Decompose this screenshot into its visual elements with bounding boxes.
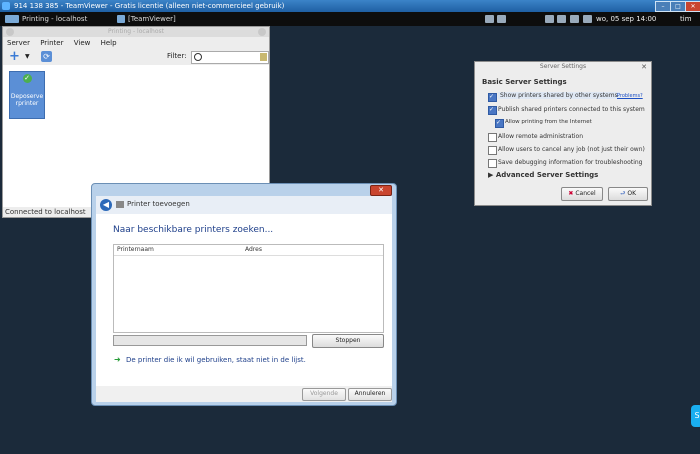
menu-server[interactable]: Server <box>7 39 30 47</box>
option-label: Save debugging information for troublesh… <box>498 159 643 166</box>
option-label: Publish shared printers connected to thi… <box>498 106 645 113</box>
clear-icon[interactable] <box>260 53 267 61</box>
option-label: Allow users to cancel any job (not just … <box>498 146 645 153</box>
add-printer-dialog: ✕ ◀ Printer toevoegen Naar beschikbare p… <box>91 183 397 406</box>
task-teamviewer[interactable]: [TeamViewer] <box>114 13 176 25</box>
list-header: Printernaam Adres <box>114 245 383 256</box>
checkbox-allow-internet[interactable] <box>495 119 504 128</box>
close-button[interactable]: ✕ <box>370 185 392 196</box>
checkbox-cancel-any-job[interactable] <box>488 146 497 155</box>
close-icon[interactable]: ✕ <box>641 62 647 72</box>
ok-icon: ⮐ <box>619 190 626 197</box>
checkbox-publish-shared[interactable] <box>488 106 497 115</box>
tray-icon-2[interactable] <box>497 15 506 23</box>
cancel-button[interactable]: Annuleren <box>348 388 392 401</box>
ok-button[interactable]: ⮐ OK <box>608 187 648 201</box>
printer-not-listed-link[interactable]: De printer die ik wil gebruiken, staat n… <box>126 356 306 364</box>
column-header-name[interactable]: Printernaam <box>117 245 154 255</box>
refresh-icon[interactable]: ⟳ <box>41 51 52 62</box>
teamviewer-icon <box>117 15 125 23</box>
search-progress-bar <box>113 335 307 346</box>
right-tab[interactable]: tim <box>680 12 692 26</box>
dialog-footer: Volgende Annuleren <box>96 386 392 402</box>
menu-printer[interactable]: Printer <box>40 39 63 47</box>
task-printing[interactable]: Printing - localhost <box>8 13 87 25</box>
cancel-button[interactable]: ✖ Cancel <box>561 187 603 201</box>
window-close-dot[interactable] <box>6 28 14 36</box>
teamviewer-icon <box>2 2 10 10</box>
option-label: Allow remote administration <box>498 133 583 140</box>
search-icon <box>194 53 202 61</box>
cancel-icon: ✖ <box>568 190 574 197</box>
teamviewer-title: 914 138 385 - TeamViewer - Gratis licent… <box>14 2 285 10</box>
printer-icon <box>11 15 19 23</box>
skype-icon[interactable]: S <box>691 405 700 427</box>
checkbox-remote-admin[interactable] <box>488 133 497 142</box>
server-settings-title: Server Settings <box>539 63 587 70</box>
status-bar: Connected to localhost <box>5 208 86 216</box>
problems-link[interactable]: Problems? <box>617 93 643 99</box>
checkbox-show-shared[interactable] <box>488 93 497 102</box>
arrow-right-icon: ➜ <box>114 355 121 364</box>
tray-icon-4[interactable] <box>557 15 566 23</box>
advanced-settings-expander[interactable]: ▶ Advanced Server Settings <box>488 171 598 179</box>
printing-title-bar: Printing - localhost <box>3 27 269 37</box>
clock[interactable]: wo, 05 sep 14:00 <box>596 12 656 26</box>
tray-icon-5[interactable] <box>570 15 579 23</box>
printer-icon <box>116 201 124 208</box>
filter-input[interactable] <box>191 51 269 64</box>
dialog-heading: Naar beschikbare printers zoeken... <box>113 225 274 235</box>
menu-help[interactable]: Help <box>101 39 117 47</box>
tray-icon-1[interactable] <box>485 15 494 23</box>
dialog-title: Printer toevoegen <box>127 200 190 208</box>
back-arrow-icon[interactable]: ◀ <box>100 199 112 211</box>
printer-name: Deposerve rprinter <box>10 93 44 107</box>
toolbar: + ▼ ⟳ Filter: <box>3 49 269 66</box>
restore-button[interactable]: □ <box>670 1 686 12</box>
filter-label: Filter: <box>167 52 187 60</box>
tray-icon-3[interactable] <box>545 15 554 23</box>
minimize-button[interactable]: – <box>655 1 671 12</box>
chevron-down-icon[interactable]: ▼ <box>25 53 30 60</box>
section-title: Basic Server Settings <box>482 78 567 86</box>
printer-item[interactable]: ✓ Deposerve rprinter <box>9 71 45 119</box>
dialog-body: Naar beschikbare printers zoeken... Prin… <box>96 214 392 386</box>
option-label: Show printers shared by other systems <box>498 92 620 99</box>
server-settings-title-bar: Server Settings ✕ <box>475 62 651 72</box>
printing-title: Printing - localhost <box>108 28 164 35</box>
menu-bar: Server Printer View Help <box>3 37 269 49</box>
next-button[interactable]: Volgende <box>302 388 346 401</box>
server-settings-dialog: Server Settings ✕ Basic Server Settings … <box>474 61 652 206</box>
close-button[interactable]: ✕ <box>685 1 700 12</box>
checkbox-debug-info[interactable] <box>488 159 497 168</box>
printer-results-list[interactable]: Printernaam Adres <box>113 244 384 333</box>
dialog-header: ◀ Printer toevoegen <box>96 196 392 214</box>
menu-view[interactable]: View <box>74 39 91 47</box>
stop-button[interactable]: Stoppen <box>312 334 384 348</box>
check-icon: ✓ <box>22 74 32 83</box>
taskbar: Printing - localhost [TeamViewer] wo, 05… <box>0 12 700 26</box>
add-printer-icon[interactable]: + <box>9 50 21 63</box>
option-label: Allow printing from the Internet <box>505 119 592 125</box>
teamviewer-title-bar: 914 138 385 - TeamViewer - Gratis licent… <box>0 0 700 12</box>
network-icon[interactable] <box>583 15 592 23</box>
column-header-address[interactable]: Adres <box>245 245 262 255</box>
window-maximize-dot[interactable] <box>258 28 266 36</box>
